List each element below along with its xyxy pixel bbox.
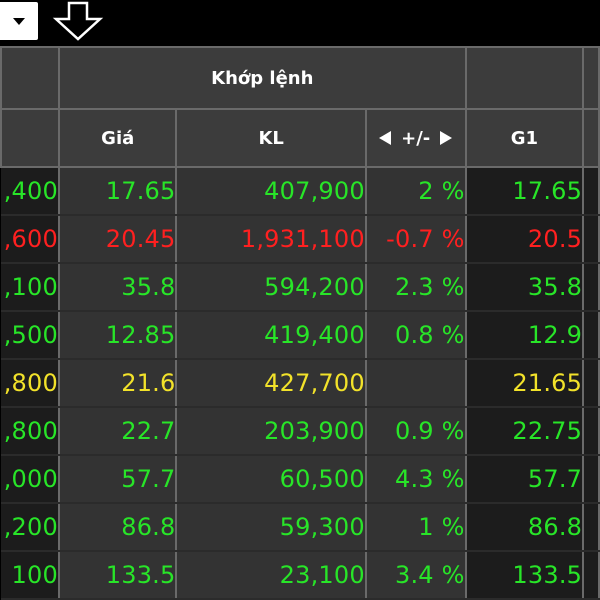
cell-price: 86.8: [58, 503, 178, 552]
cell-g1: 86.8: [465, 503, 585, 552]
cell-prev: ,100: [1, 263, 60, 312]
header-left-blank: [0, 46, 60, 110]
dropdown-select[interactable]: [0, 2, 38, 40]
price-board-table: Khớp lệnh Giá KL +/- G1 ,400 17.65 407,9…: [0, 46, 600, 600]
cell-edge: [583, 551, 600, 600]
cell-change: 0.8 %: [365, 311, 467, 360]
table-row[interactable]: ,000 57.7 60,500 4.3 % 57.7: [1, 455, 600, 504]
cell-volume: 60,500: [176, 455, 367, 504]
column-header-change[interactable]: +/-: [364, 108, 467, 168]
cell-volume: 594,200: [176, 263, 367, 312]
header-edge-blank-2: [582, 108, 600, 168]
cell-price: 57.7: [58, 455, 178, 504]
cell-price: 22.7: [58, 407, 178, 456]
cell-g1: 17.65: [465, 167, 585, 216]
cell-g1: 12.9: [465, 311, 585, 360]
cell-price: 12.85: [58, 311, 178, 360]
cell-volume: 419,400: [176, 311, 367, 360]
cell-price: 35.8: [58, 263, 178, 312]
cell-g1: 20.5: [465, 215, 585, 264]
header-prev-blank: [0, 108, 60, 168]
cell-edge: [583, 503, 600, 552]
header-edge-blank: [582, 46, 600, 110]
chevron-down-icon: [13, 18, 25, 25]
change-header-label: +/-: [401, 127, 431, 149]
cell-price: 133.5: [58, 551, 178, 600]
table-row[interactable]: ,400 17.65 407,900 2 % 17.65: [1, 167, 600, 216]
cell-prev: ,800: [1, 359, 60, 408]
table-row[interactable]: 100 133.5 23,100 3.4 % 133.5: [1, 551, 600, 600]
column-header-g1[interactable]: G1: [464, 108, 585, 168]
table-row[interactable]: ,800 21.6 427,700 21.65: [1, 359, 600, 408]
cell-edge: [583, 263, 600, 312]
cell-change: 3.4 %: [365, 551, 467, 600]
header-right-blank: [464, 46, 585, 110]
table-row[interactable]: ,500 12.85 419,400 0.8 % 12.9: [1, 311, 600, 360]
matched-order-group-header: Khớp lệnh: [57, 46, 467, 110]
cell-edge: [583, 215, 600, 264]
cell-g1: 35.8: [465, 263, 585, 312]
table-row[interactable]: ,200 86.8 59,300 1 % 86.8: [1, 503, 600, 552]
cell-edge: [583, 167, 600, 216]
cell-prev: ,800: [1, 407, 60, 456]
cell-volume: 1,931,100: [176, 215, 367, 264]
table-row[interactable]: ,100 35.8 594,200 2.3 % 35.8: [1, 263, 600, 312]
cell-prev: 100: [1, 551, 60, 600]
cell-volume: 23,100: [176, 551, 367, 600]
cell-volume: 407,900: [176, 167, 367, 216]
cell-volume: 203,900: [176, 407, 367, 456]
cell-prev: ,400: [1, 167, 60, 216]
cell-price: 21.6: [58, 359, 178, 408]
cell-change: 1 %: [365, 503, 467, 552]
column-header-volume[interactable]: KL: [175, 108, 367, 168]
cell-prev: ,500: [1, 311, 60, 360]
cell-volume: 427,700: [176, 359, 367, 408]
cell-g1: 21.65: [465, 359, 585, 408]
cell-prev: ,600: [1, 215, 60, 264]
cell-volume: 59,300: [176, 503, 367, 552]
cell-price: 20.45: [58, 215, 178, 264]
triangle-left-icon[interactable]: [379, 131, 392, 145]
price-board-body: ,400 17.65 407,900 2 % 17.65,600 20.45 1,931,1…: [1, 167, 600, 600]
toolbar: [0, 0, 600, 46]
table-row[interactable]: ,800 22.7 203,900 0.9 % 22.75: [1, 407, 600, 456]
cell-prev: ,200: [1, 503, 60, 552]
price-board-page: Khớp lệnh Giá KL +/- G1 ,400 17.65 407,9…: [0, 0, 600, 600]
cell-change: 2.3 %: [365, 263, 467, 312]
cell-edge: [583, 311, 600, 360]
table-row[interactable]: ,600 20.45 1,931,100 -0.7 % 20.5: [1, 215, 600, 264]
cell-price: 17.65: [58, 167, 178, 216]
column-header-price[interactable]: Giá: [57, 108, 178, 168]
triangle-right-icon[interactable]: [440, 131, 453, 145]
cell-change: 2 %: [365, 167, 467, 216]
arrow-down-outline-icon: [52, 1, 104, 41]
cell-change: 4.3 %: [365, 455, 467, 504]
cell-g1: 133.5: [465, 551, 585, 600]
scroll-down-button[interactable]: [50, 0, 106, 42]
cell-change: -0.7 %: [365, 215, 467, 264]
cell-g1: 22.75: [465, 407, 585, 456]
cell-change: [365, 359, 467, 408]
cell-prev: ,000: [1, 455, 60, 504]
cell-edge: [583, 455, 600, 504]
cell-edge: [583, 359, 600, 408]
cell-change: 0.9 %: [365, 407, 467, 456]
cell-edge: [583, 407, 600, 456]
cell-g1: 57.7: [465, 455, 585, 504]
